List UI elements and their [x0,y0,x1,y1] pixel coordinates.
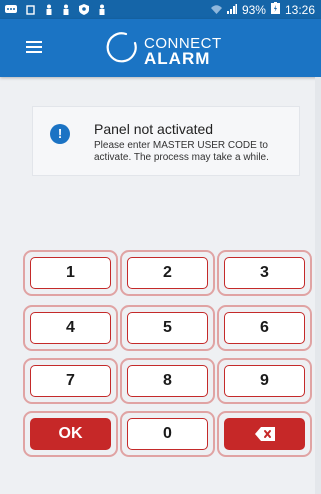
key-4[interactable]: 4 [23,305,118,351]
scroll-edge [315,77,321,494]
battery-icon [270,2,280,17]
message-icon [5,4,17,16]
key-2[interactable]: 2 [120,250,215,296]
key-label: 1 [30,257,111,289]
hamburger-menu-icon[interactable] [26,38,46,56]
key-5[interactable]: 5 [120,305,215,351]
backspace-icon [254,427,275,441]
wifi-icon [210,3,222,17]
cast-icon [26,4,36,16]
signal-icon [226,3,237,17]
key-label: 8 [127,365,208,397]
key-0[interactable]: 0 [120,411,215,457]
key-8[interactable]: 8 [120,358,215,404]
key-7[interactable]: 7 [23,358,118,404]
clock: 13:26 [284,2,315,17]
ok-label: OK [30,418,111,450]
notice-title: Panel not activated [94,121,214,137]
key-label: 2 [127,257,208,289]
key-label: 5 [127,312,208,344]
ok-button[interactable]: OK [23,411,118,457]
logo-text-alarm: ALARM [144,49,211,68]
person-icon [98,4,106,16]
status-bar: 93% 13:26 [0,0,321,19]
app-bar: CONNECT ALARM [0,19,321,77]
key-3[interactable]: 3 [217,250,312,296]
key-label: 6 [224,312,305,344]
key-label: 7 [30,365,111,397]
person-icon [45,4,53,16]
battery-percent: 93% [241,2,266,17]
key-label: 9 [224,365,305,397]
exclamation-icon: ! [50,124,70,144]
key-1[interactable]: 1 [23,250,118,296]
person-icon [62,4,70,16]
notification-icons [5,4,211,16]
key-label: 0 [127,418,208,450]
system-status: 93% 13:26 [210,2,315,17]
key-6[interactable]: 6 [217,305,312,351]
connect-alarm-logo: CONNECT ALARM [104,24,244,72]
backspace-button[interactable] [217,411,312,457]
key-label: 4 [30,312,111,344]
logo-ring-icon [106,32,137,63]
key-9[interactable]: 9 [217,358,312,404]
notice-message: Please enter MASTER USER CODE to activat… [94,140,269,163]
shield-icon [79,4,89,16]
backspace-key-face [224,418,305,450]
key-label: 3 [224,257,305,289]
activation-notice: ! Panel not activated Please enter MASTE… [32,106,300,176]
